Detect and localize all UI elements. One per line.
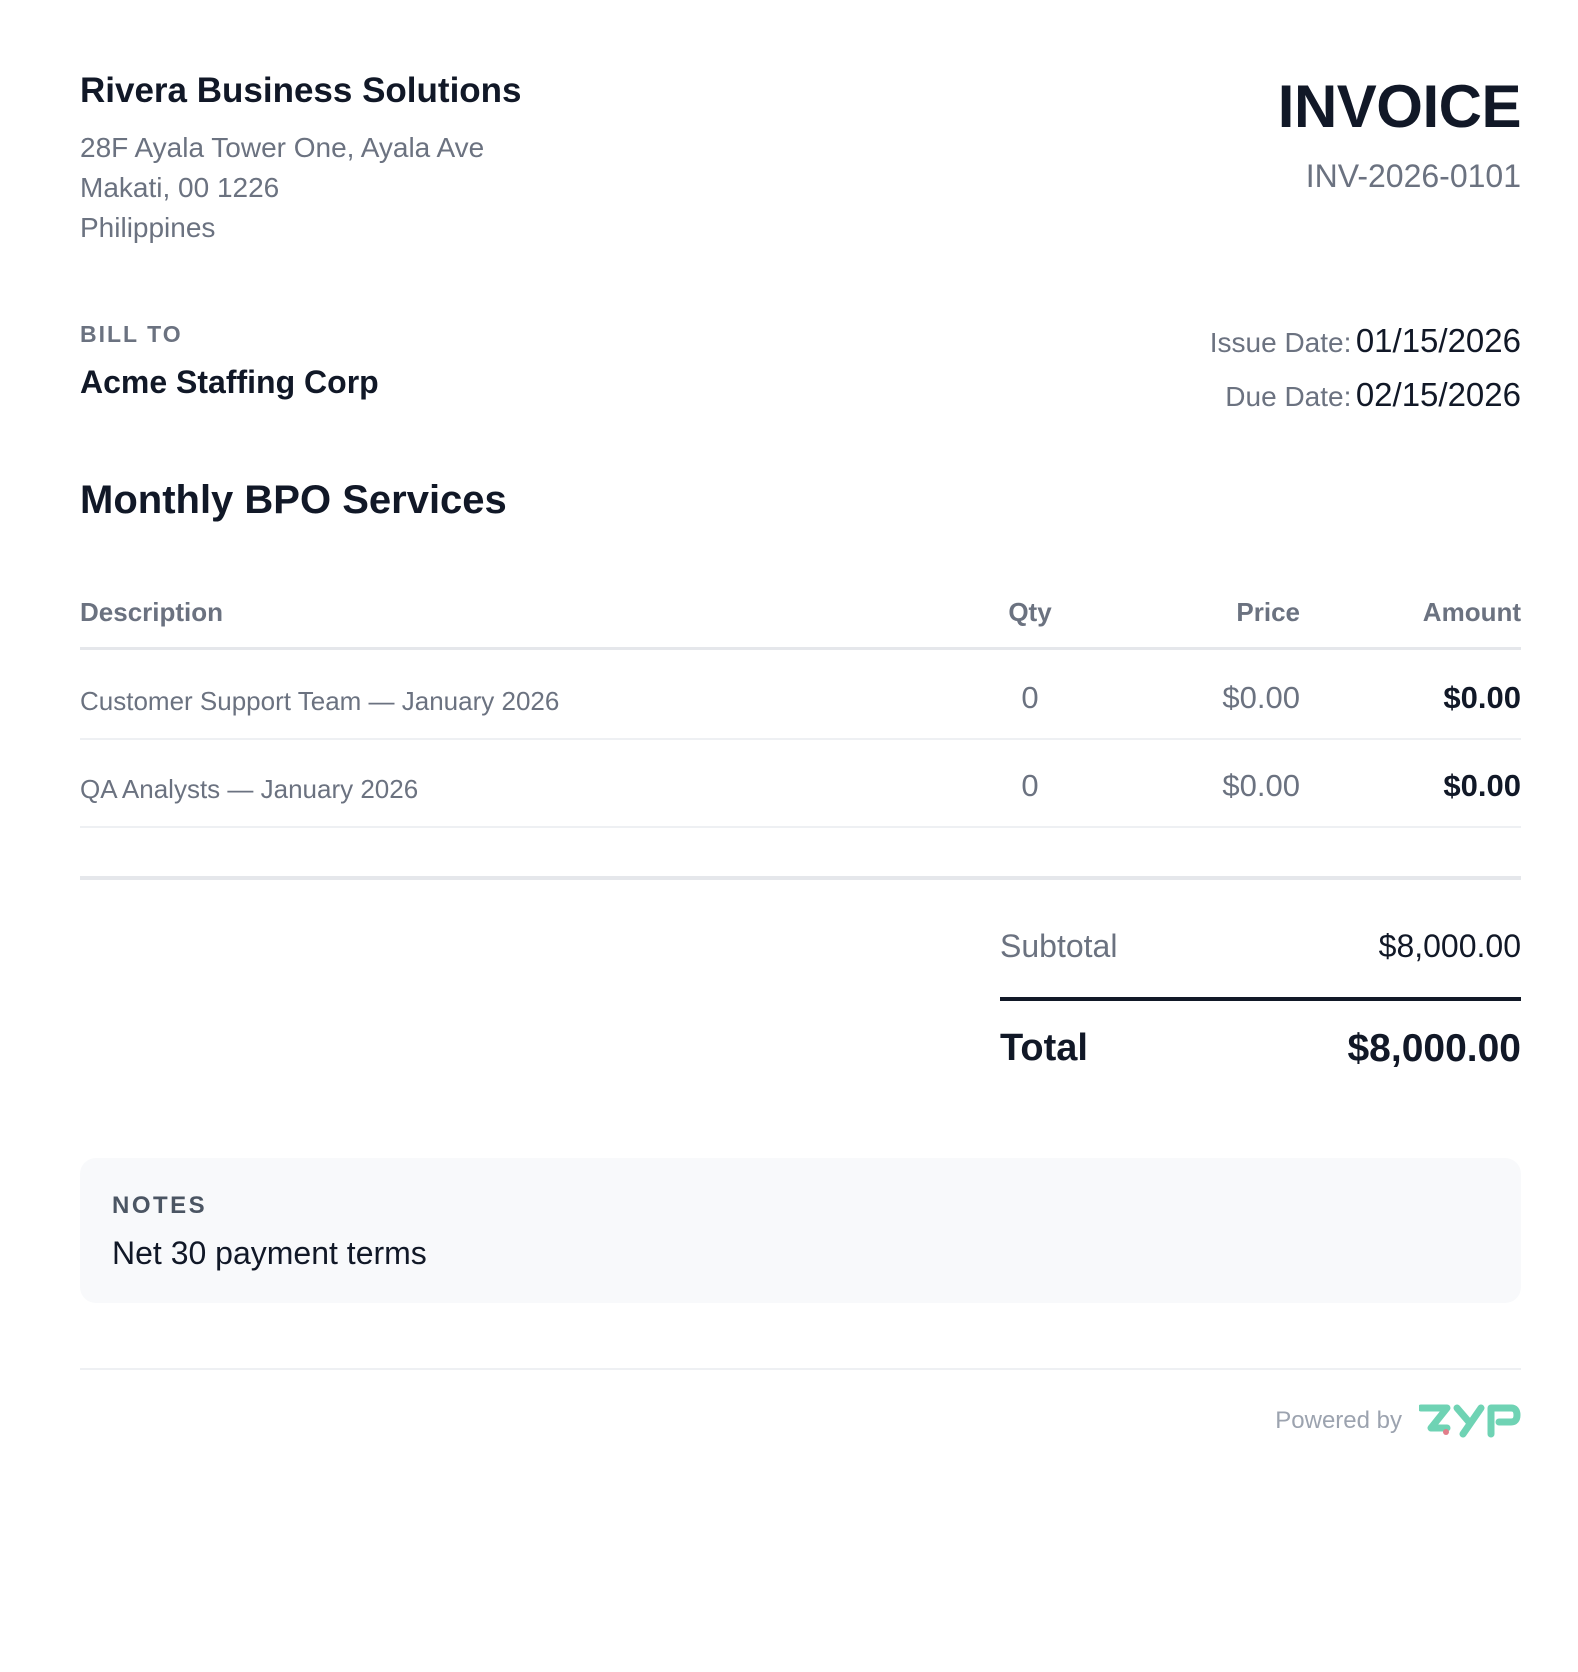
column-header-price: Price [1236, 597, 1300, 627]
row-2-amount: $0.00 [1443, 768, 1521, 803]
bill-to-name: Acme Staffing Corp [80, 364, 379, 400]
notes-text: Net 30 payment terms [112, 1235, 427, 1271]
company-address-line-3: Philippines [80, 212, 216, 243]
row-2-description: QA Analysts — January 2026 [80, 774, 419, 804]
issue-date-value: 01/15/2026 [1355, 322, 1521, 359]
powered-by-text: Powered by [1275, 1407, 1402, 1434]
total-label: Total [1000, 1027, 1088, 1069]
footer-divider [80, 1368, 1521, 1370]
issue-date-row: Issue Date: 01/15/2026 [1210, 322, 1521, 360]
row-1-qty: 0 [1021, 680, 1039, 715]
company-address-line-1: 28F Ayala Tower One, Ayala Ave [80, 132, 485, 163]
row-2-price: $0.00 [1222, 768, 1300, 803]
total-value: $8,000.00 [1347, 1027, 1521, 1070]
row-1-description: Customer Support Team — January 2026 [80, 686, 560, 716]
column-header-qty: Qty [1008, 597, 1052, 627]
invoice-title: INVOICE [1277, 73, 1522, 140]
due-date-label: Due Date: [1225, 381, 1352, 412]
column-header-amount: Amount [1422, 597, 1521, 627]
company-name: Rivera Business Solutions [80, 71, 522, 110]
section-title: Monthly BPO Services [80, 478, 507, 522]
notes-label: NOTES [112, 1192, 208, 1219]
due-date-row: Due Date: 02/15/2026 [1225, 376, 1521, 414]
row-1-amount: $0.00 [1443, 680, 1521, 715]
row-divider [80, 738, 1521, 740]
invoice-number: INV-2026-0101 [1305, 158, 1521, 194]
zyp-logo[interactable] [1419, 1404, 1521, 1438]
subtotal-label: Subtotal [1000, 928, 1118, 964]
notes-box: NOTES Net 30 payment terms [80, 1158, 1521, 1303]
total-divider [1000, 997, 1521, 1001]
column-header-description: Description [80, 597, 224, 627]
row-2-qty: 0 [1021, 768, 1039, 803]
row-divider [80, 826, 1521, 828]
row-1-price: $0.00 [1222, 680, 1300, 715]
subtotal-value: $8,000.00 [1378, 928, 1521, 964]
due-date-value: 02/15/2026 [1355, 376, 1521, 413]
issue-date-label: Issue Date: [1209, 327, 1352, 358]
company-address-line-2: Makati, 00 1226 [80, 172, 280, 203]
totals-divider [80, 876, 1521, 880]
table-header-divider [80, 647, 1521, 650]
bill-to-label: BILL TO [80, 321, 183, 347]
